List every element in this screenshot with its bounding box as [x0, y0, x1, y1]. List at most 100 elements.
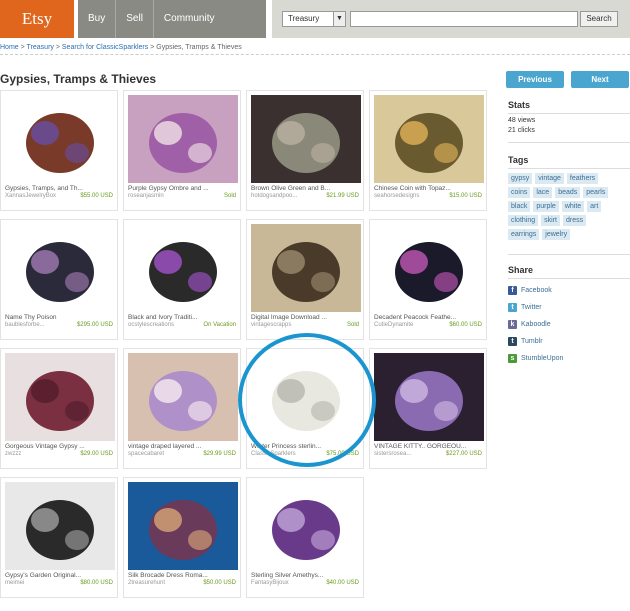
share-kaboodle[interactable]: k Kaboodle: [508, 316, 630, 333]
item-shop[interactable]: seahorsedesigns: [374, 193, 419, 199]
highlight-circle: [238, 333, 376, 467]
nav-buy[interactable]: Buy: [78, 0, 115, 38]
item-price: $80.00 USD: [80, 580, 113, 586]
item-title[interactable]: Sterling Silver Amethys...: [251, 572, 359, 579]
search-bar: Treasury ▼ Search: [272, 0, 630, 38]
item-title[interactable]: Decadent Peacock Feathe...: [374, 314, 482, 321]
item-shop[interactable]: baublesforbe...: [5, 322, 45, 328]
tag-list: gypsy vintage feathers coins lace beads pearls…: [508, 173, 620, 240]
item-title[interactable]: Name Thy Poison: [5, 314, 113, 321]
previous-button[interactable]: Previous: [506, 71, 564, 88]
item-shop[interactable]: sistersrosea...: [374, 451, 411, 457]
breadcrumb-home[interactable]: Home: [0, 44, 19, 51]
tag-earrings[interactable]: earrings: [508, 229, 540, 240]
item-title[interactable]: Chinese Coin with Topaz...: [374, 185, 482, 192]
item-price: Sold: [223, 193, 236, 199]
item-thumbnail[interactable]: [5, 353, 115, 441]
item-card[interactable]: Name Thy Poison baublesforbe... $295.00 US…: [0, 219, 118, 340]
nav-sell[interactable]: Sell: [116, 0, 153, 38]
search-category-select[interactable]: Treasury ▼: [282, 11, 346, 27]
item-card[interactable]: Gorgeous Vintage Gypsy ... zwzzz $29.00 US…: [0, 348, 118, 469]
item-card[interactable]: Silk Brocade Dress Roma... 2treasurehunt $…: [123, 477, 241, 598]
item-thumbnail[interactable]: [5, 224, 115, 312]
chevron-down-icon[interactable]: ▼: [333, 12, 345, 26]
item-thumbnail[interactable]: [128, 353, 238, 441]
item-title[interactable]: Brown Olive Green and B...: [251, 185, 359, 192]
item-card[interactable]: Sterling Silver Amethys... FantasyBijoux $…: [246, 477, 364, 598]
item-card[interactable]: Purple Gypsy Ombre and ... roseanjasmin So…: [123, 90, 241, 211]
item-shop[interactable]: CutieDynamite: [374, 322, 413, 328]
tag-vintage[interactable]: vintage: [535, 173, 564, 184]
item-thumbnail[interactable]: [128, 224, 238, 312]
item-card[interactable]: Brown Olive Green and B... hotdogsandpoo.…: [246, 90, 364, 211]
item-title[interactable]: Silk Brocade Dress Roma...: [128, 572, 236, 579]
tag-feathers[interactable]: feathers: [566, 173, 599, 184]
item-thumbnail[interactable]: [5, 95, 115, 183]
item-shop[interactable]: ocstylescreations: [128, 322, 174, 328]
tag-purple[interactable]: purple: [533, 201, 559, 212]
share-facebook[interactable]: f Facebook: [508, 282, 630, 299]
item-title[interactable]: Gypsy's Garden Original...: [5, 572, 113, 579]
item-shop[interactable]: hotdogsandpoo...: [251, 193, 297, 199]
item-thumbnail[interactable]: [374, 95, 484, 183]
stats-heading: Stats: [508, 100, 531, 110]
tag-dress[interactable]: dress: [562, 215, 587, 226]
tag-beads[interactable]: beads: [555, 187, 581, 198]
tag-skirt[interactable]: skirt: [541, 215, 560, 226]
item-thumbnail[interactable]: [251, 224, 361, 312]
item-thumbnail[interactable]: [374, 353, 484, 441]
search-input[interactable]: [350, 11, 578, 27]
item-card[interactable]: Chinese Coin with Topaz... seahorsedesign…: [369, 90, 487, 211]
breadcrumb-treasury[interactable]: Treasury: [27, 44, 54, 51]
item-title[interactable]: Black and Ivory Traditi...: [128, 314, 236, 321]
item-thumbnail[interactable]: [128, 482, 238, 570]
item-title[interactable]: Gypsies, Tramps, and Th...: [5, 185, 113, 192]
item-shop[interactable]: meimei: [5, 580, 24, 586]
item-shop[interactable]: 2treasurehunt: [128, 580, 165, 586]
item-shop[interactable]: FantasyBijoux: [251, 580, 289, 586]
etsy-logo[interactable]: Etsy: [0, 0, 74, 38]
item-shop[interactable]: roseanjasmin: [128, 193, 164, 199]
item-thumbnail[interactable]: [251, 95, 361, 183]
item-thumbnail[interactable]: [374, 224, 484, 312]
nav-community[interactable]: Community: [154, 0, 225, 38]
item-card[interactable]: Digital Image Download ... vintagescrapps…: [246, 219, 364, 340]
item-title[interactable]: Gorgeous Vintage Gypsy ...: [5, 443, 113, 450]
share-tumblr[interactable]: t Tumblr: [508, 333, 630, 350]
item-card[interactable]: vintage draped layered ... spacecabaret $2…: [123, 348, 241, 469]
tag-white[interactable]: white: [561, 201, 585, 212]
item-title[interactable]: VINTAGE KITTY.. GORGEOU...: [374, 443, 482, 450]
item-title[interactable]: Digital Image Download ...: [251, 314, 359, 321]
share-twitter[interactable]: t Twitter: [508, 299, 630, 316]
tag-art[interactable]: art: [587, 201, 602, 212]
item-thumbnail[interactable]: [5, 482, 115, 570]
tag-black[interactable]: black: [508, 201, 531, 212]
item-title[interactable]: Purple Gypsy Ombre and ...: [128, 185, 236, 192]
next-button[interactable]: Next: [571, 71, 629, 88]
divider: [508, 254, 630, 255]
tag-lace[interactable]: lace: [533, 187, 553, 198]
search-button[interactable]: Search: [580, 11, 618, 27]
twitter-icon: t: [508, 303, 517, 312]
item-shop[interactable]: zwzzz: [5, 451, 21, 457]
breadcrumb-search[interactable]: Search for ClassicSparklers: [62, 44, 148, 51]
item-thumbnail[interactable]: [251, 482, 361, 570]
item-card[interactable]: Decadent Peacock Feathe... CutieDynamite $…: [369, 219, 487, 340]
facebook-icon: f: [508, 286, 517, 295]
tag-gypsy[interactable]: gypsy: [508, 173, 533, 184]
item-card[interactable]: Gypsies, Tramps, and Th... XannasJewelryB…: [0, 90, 118, 211]
tag-clothing[interactable]: clothing: [508, 215, 539, 226]
item-card[interactable]: Black and Ivory Traditi... ocstylescreati…: [123, 219, 241, 340]
item-shop[interactable]: XannasJewelryBox: [5, 193, 56, 199]
item-title[interactable]: vintage draped layered ...: [128, 443, 236, 450]
tag-jewelry[interactable]: jewelry: [542, 229, 571, 240]
item-shop[interactable]: spacecabaret: [128, 451, 164, 457]
item-thumbnail[interactable]: [128, 95, 238, 183]
share-label: StumbleUpon: [521, 355, 564, 362]
tag-pearls[interactable]: pearls: [583, 187, 609, 198]
share-stumbleupon[interactable]: s StumbleUpon: [508, 350, 630, 367]
tag-coins[interactable]: coins: [508, 187, 531, 198]
item-card[interactable]: Gypsy's Garden Original... meimei $80.00 U…: [0, 477, 118, 598]
item-card[interactable]: VINTAGE KITTY.. GORGEOU... sistersrosea..…: [369, 348, 487, 469]
item-shop[interactable]: vintagescrapps: [251, 322, 291, 328]
